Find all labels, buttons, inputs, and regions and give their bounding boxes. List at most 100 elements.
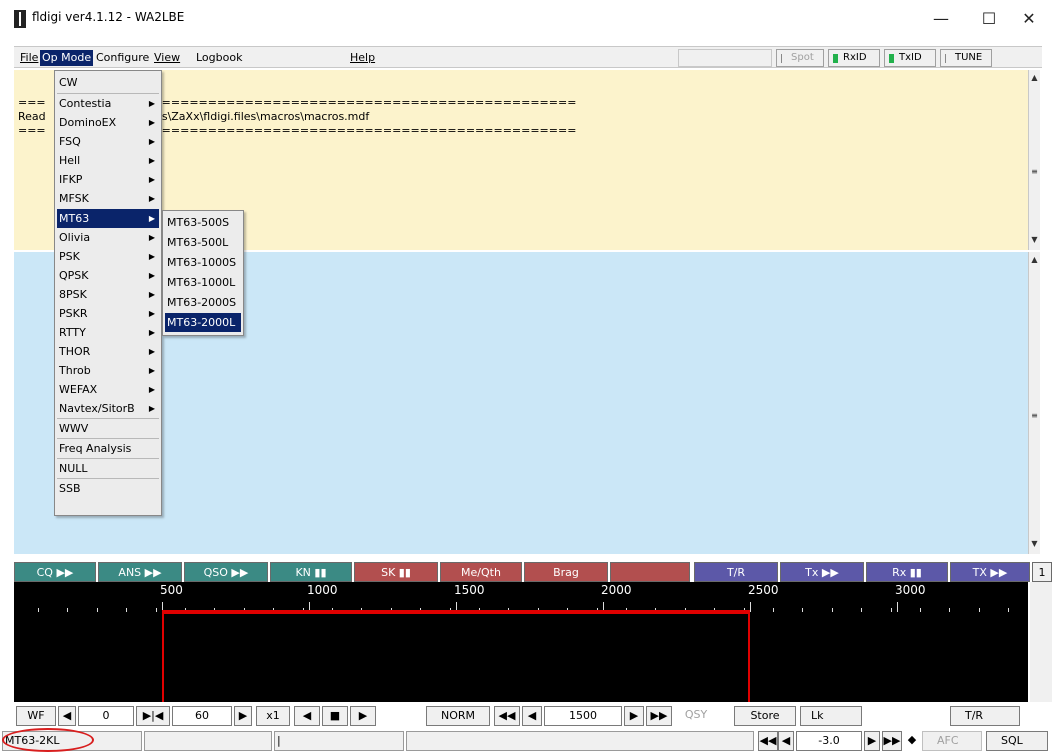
tx-scrollbar[interactable]: ▲ ≡ ▼ [1028, 252, 1040, 554]
freq-fast-up-button[interactable]: ▶▶ [646, 706, 672, 726]
opmode-item-dominoex[interactable]: DominoEX ▶ [57, 113, 159, 132]
store-button[interactable]: Store [734, 706, 796, 726]
opmode-item-ifkp[interactable]: IFKP ▶ [57, 170, 159, 189]
opmode-item-8psk[interactable]: 8PSK ▶ [57, 285, 159, 304]
wf-range-step-button[interactable]: ▶|◀ [136, 706, 170, 726]
rx-scrollbar[interactable]: ▲ ≡ ▼ [1028, 70, 1040, 250]
squelch-level-field[interactable]: -3.0 [796, 731, 862, 751]
rxid-indicator [833, 54, 838, 63]
speed-button[interactable]: NORM [426, 706, 490, 726]
mt63-item-1000s[interactable]: MT63-1000S [165, 253, 241, 272]
pan-right-button[interactable]: ▶ [350, 706, 376, 726]
opmode-item-hell[interactable]: Hell ▶ [57, 151, 159, 170]
menu-logbook[interactable]: Logbook [194, 50, 244, 66]
wf-range-up-button[interactable]: ▶ [234, 706, 252, 726]
menu-view[interactable]: View [152, 50, 182, 66]
macro-rx-button[interactable]: Rx ▮▮ [866, 562, 948, 582]
txid-toggle[interactable]: TxID [884, 49, 936, 67]
macro-tr-button[interactable]: T/R [694, 562, 778, 582]
opmode-item-contestia[interactable]: Contestia ▶ [57, 94, 159, 113]
menu-opmode[interactable]: Op Mode [40, 50, 94, 66]
opmode-item-fsq[interactable]: FSQ ▶ [57, 132, 159, 151]
s2n-fast-up-button[interactable]: ▶▶ [882, 731, 902, 751]
macro-kn-button[interactable]: KN ▮▮ [270, 562, 352, 582]
macro-qso-button[interactable]: QSO ▶▶ [184, 562, 268, 582]
mt63-item-2000s[interactable]: MT63-2000S [165, 293, 241, 312]
menu-item-label: Navtex/SitorB [59, 402, 135, 415]
zoom-button[interactable]: x1 [256, 706, 290, 726]
mt63-item-2000l[interactable]: MT63-2000L [165, 313, 241, 332]
macro-sk-button[interactable]: SK ▮▮ [354, 562, 438, 582]
s2n-fast-down-button[interactable]: ◀◀ [758, 731, 778, 751]
frequency-tick [67, 608, 68, 612]
s2n-up-button[interactable]: ▶ [864, 731, 880, 751]
opmode-item-pskr[interactable]: PSKR ▶ [57, 304, 159, 323]
tune-toggle[interactable]: TUNE [940, 49, 992, 67]
spot-toggle[interactable]: Spot [776, 49, 824, 67]
freq-fast-down-button[interactable]: ◀◀ [494, 706, 520, 726]
opmode-item-qpsk[interactable]: QPSK ▶ [57, 266, 159, 285]
opmode-item-freq-analysis[interactable]: Freq Analysis [57, 439, 159, 458]
scroll-grip-icon[interactable]: ≡ [1030, 166, 1039, 178]
opmode-item-cw[interactable]: CW [57, 73, 159, 92]
tr-toggle[interactable]: T/R [950, 706, 1020, 726]
diamond-icon[interactable]: ◆ [904, 731, 920, 751]
minimize-button[interactable]: — [918, 4, 964, 34]
wf-mode-button[interactable]: WF [16, 706, 56, 726]
sql-toggle[interactable]: SQL [986, 731, 1048, 751]
freq-down-button[interactable]: ◀ [522, 706, 542, 726]
menu-view-label: View [154, 51, 181, 64]
menu-help[interactable]: Help [348, 50, 377, 66]
macro-blank-button[interactable] [610, 562, 690, 582]
mt63-item-500l[interactable]: MT63-500L [165, 233, 241, 252]
mt63-item-500s[interactable]: MT63-500S [165, 213, 241, 232]
mt63-item-1000l[interactable]: MT63-1000L [165, 273, 241, 292]
opmode-item-ssb[interactable]: SSB [57, 479, 159, 498]
macro-meqth-button[interactable]: Me/Qth [440, 562, 522, 582]
pan-center-button[interactable]: ■ [322, 706, 348, 726]
scroll-grip-icon[interactable]: ≡ [1030, 410, 1039, 422]
macro-txk-button[interactable]: TX ▶▶ [950, 562, 1030, 582]
menu-item-label: FSQ [59, 135, 81, 148]
opmode-item-mfsk[interactable]: MFSK ▶ [57, 189, 159, 208]
submenu-arrow-icon: ▶ [148, 156, 155, 165]
scroll-up-icon[interactable]: ▲ [1030, 72, 1039, 84]
afc-toggle[interactable]: AFC [922, 731, 982, 751]
menu-configure[interactable]: Configure [94, 50, 151, 66]
waterfall-level-slider[interactable] [1030, 582, 1052, 702]
freq-up-button[interactable]: ▶ [624, 706, 644, 726]
rxid-toggle[interactable]: RxID [828, 49, 880, 67]
menu-item-label: MFSK [59, 192, 89, 205]
opmode-item-wefax[interactable]: WEFAX ▶ [57, 380, 159, 399]
opmode-item-rtty[interactable]: RTTY ▶ [57, 323, 159, 342]
macro-ans-button[interactable]: ANS ▶▶ [98, 562, 182, 582]
opmode-item-wwv[interactable]: WWV [57, 419, 159, 438]
menu-bar: File Op Mode Configure View Logbook Help… [14, 46, 1042, 68]
waterfall-display[interactable]: 500 1000 1500 2000 2500 3000 [14, 582, 1028, 702]
s2n-down-button[interactable]: ◀ [778, 731, 794, 751]
lock-toggle[interactable]: Lk [800, 706, 862, 726]
close-button[interactable]: ✕ [1006, 4, 1052, 34]
menu-file[interactable]: File [18, 50, 40, 66]
opmode-item-null[interactable]: NULL [57, 459, 159, 478]
pan-left-button[interactable]: ◀ [294, 706, 320, 726]
qsy-button[interactable]: QSY [678, 706, 714, 726]
scroll-down-icon[interactable]: ▼ [1030, 538, 1039, 550]
scroll-down-icon[interactable]: ▼ [1030, 234, 1039, 246]
opmode-item-mt63[interactable]: MT63 ▶ [57, 209, 159, 228]
wf-range-field[interactable]: 60 [172, 706, 232, 726]
status-cursor-field: | [274, 731, 404, 751]
wf-offset-field[interactable]: 0 [78, 706, 134, 726]
wf-offset-down-button[interactable]: ◀ [58, 706, 76, 726]
macro-page-indicator[interactable]: 1 [1032, 562, 1052, 582]
opmode-item-psk[interactable]: PSK ▶ [57, 247, 159, 266]
opmode-item-navtex[interactable]: Navtex/SitorB ▶ [57, 399, 159, 418]
scroll-up-icon[interactable]: ▲ [1030, 254, 1039, 266]
carrier-frequency-field[interactable]: 1500 [544, 706, 622, 726]
opmode-item-thor[interactable]: THOR ▶ [57, 342, 159, 361]
macro-cq-button[interactable]: CQ ▶▶ [14, 562, 96, 582]
opmode-item-throb[interactable]: Throb ▶ [57, 361, 159, 380]
macro-tx-button[interactable]: Tx ▶▶ [780, 562, 864, 582]
opmode-item-olivia[interactable]: Olivia ▶ [57, 228, 159, 247]
macro-brag-button[interactable]: Brag [524, 562, 608, 582]
